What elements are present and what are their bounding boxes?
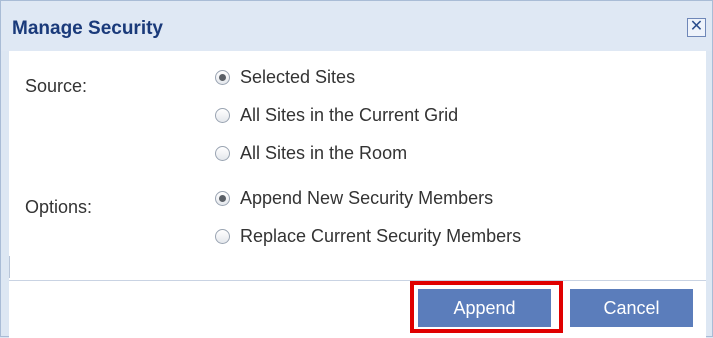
option-label: Append New Security Members [240, 188, 494, 208]
dialog-title: Manage Security [12, 18, 163, 39]
cancel-button[interactable]: Cancel [570, 289, 693, 327]
dialog-titlebar: Manage Security ✕ [1, 1, 712, 51]
radio-selected-icon[interactable] [215, 191, 230, 206]
option-replace-members[interactable]: Replace Current Security Members [215, 226, 521, 247]
source-option-label: All Sites in the Current Grid [240, 105, 459, 125]
radio-unselected-icon[interactable] [215, 229, 230, 244]
close-icon[interactable]: ✕ [687, 18, 706, 37]
source-option-room[interactable]: All Sites in the Room [215, 143, 407, 164]
source-option-label: Selected Sites [240, 67, 356, 87]
radio-selected-icon[interactable] [215, 70, 230, 85]
source-option-current-grid[interactable]: All Sites in the Current Grid [215, 105, 458, 126]
append-highlight-box [410, 281, 563, 333]
dialog-content: Source: Selected Sites All Sites in the … [9, 51, 706, 280]
radio-unselected-icon[interactable] [215, 108, 230, 123]
manage-security-dialog: Manage Security ✕ Source: Selected Sites… [0, 0, 713, 338]
source-option-selected-sites[interactable]: Selected Sites [215, 67, 355, 88]
option-label: Replace Current Security Members [240, 226, 522, 246]
option-append-members[interactable]: Append New Security Members [215, 188, 493, 209]
source-label: Source: [25, 76, 88, 96]
divider [9, 256, 10, 278]
radio-unselected-icon[interactable] [215, 146, 230, 161]
options-label: Options: [25, 197, 93, 217]
source-option-label: All Sites in the Room [240, 143, 408, 163]
